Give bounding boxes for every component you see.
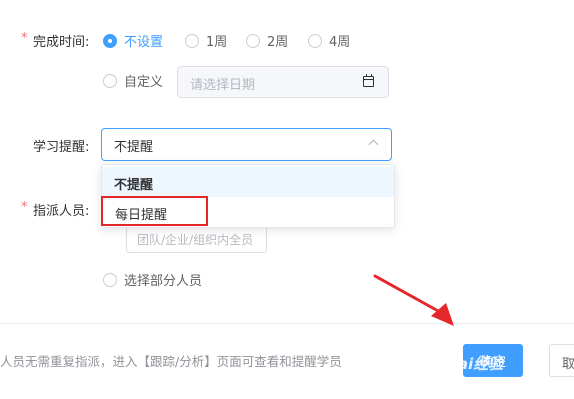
radio-checked-icon (103, 33, 117, 48)
radio-unchecked-icon (246, 33, 260, 48)
completion-time-label: 完成时间: (33, 35, 90, 50)
footer-divider (0, 323, 574, 324)
watermark-logo: ai经验 (458, 355, 504, 373)
radio-label: 2周 (267, 35, 289, 50)
assign-dialog: * 完成时间: 不设置 1周 2周 4周 自定义 请选择日期 学习提醒: 不提醒… (0, 0, 574, 399)
required-mark: * (21, 31, 28, 46)
radio-partial-members[interactable]: 选择部分人员 (103, 270, 202, 289)
radio-custom[interactable]: 自定义 (103, 71, 163, 90)
reminder-select[interactable]: 不提醒 (101, 128, 392, 161)
radio-unchecked-icon (103, 73, 117, 88)
radio-label: 自定义 (124, 75, 164, 90)
radio-no-setting[interactable]: 不设置 (103, 31, 163, 50)
radio-label: 4周 (329, 35, 351, 50)
radio-label: 选择部分人员 (124, 274, 203, 289)
calendar-icon (363, 74, 374, 87)
date-picker-input[interactable]: 请选择日期 (177, 66, 389, 98)
footer-note: 人员无需重复指派，进入【跟踪/分析】页面可查看和提醒学员 (0, 354, 342, 369)
radio-unchecked-icon (185, 33, 199, 48)
highlight-box (101, 196, 208, 226)
radio-unchecked-icon (103, 272, 117, 287)
cancel-button[interactable]: 取 (549, 344, 574, 377)
study-reminder-label: 学习提醒: (33, 140, 90, 155)
date-placeholder: 请选择日期 (190, 78, 256, 93)
assignees-label: 指派人员: (33, 204, 90, 219)
chevron-up-icon (368, 139, 379, 150)
radio-label: 1周 (206, 35, 228, 50)
radio-1-week[interactable]: 1周 (185, 31, 227, 50)
dropdown-option-no-reminder[interactable]: 不提醒 (102, 167, 394, 197)
radio-2-weeks[interactable]: 2周 (246, 31, 288, 50)
required-mark: * (21, 200, 28, 215)
reminder-select-value: 不提醒 (114, 140, 154, 155)
radio-unchecked-icon (308, 33, 322, 48)
radio-label: 不设置 (124, 35, 164, 50)
radio-4-weeks[interactable]: 4周 (308, 31, 350, 50)
